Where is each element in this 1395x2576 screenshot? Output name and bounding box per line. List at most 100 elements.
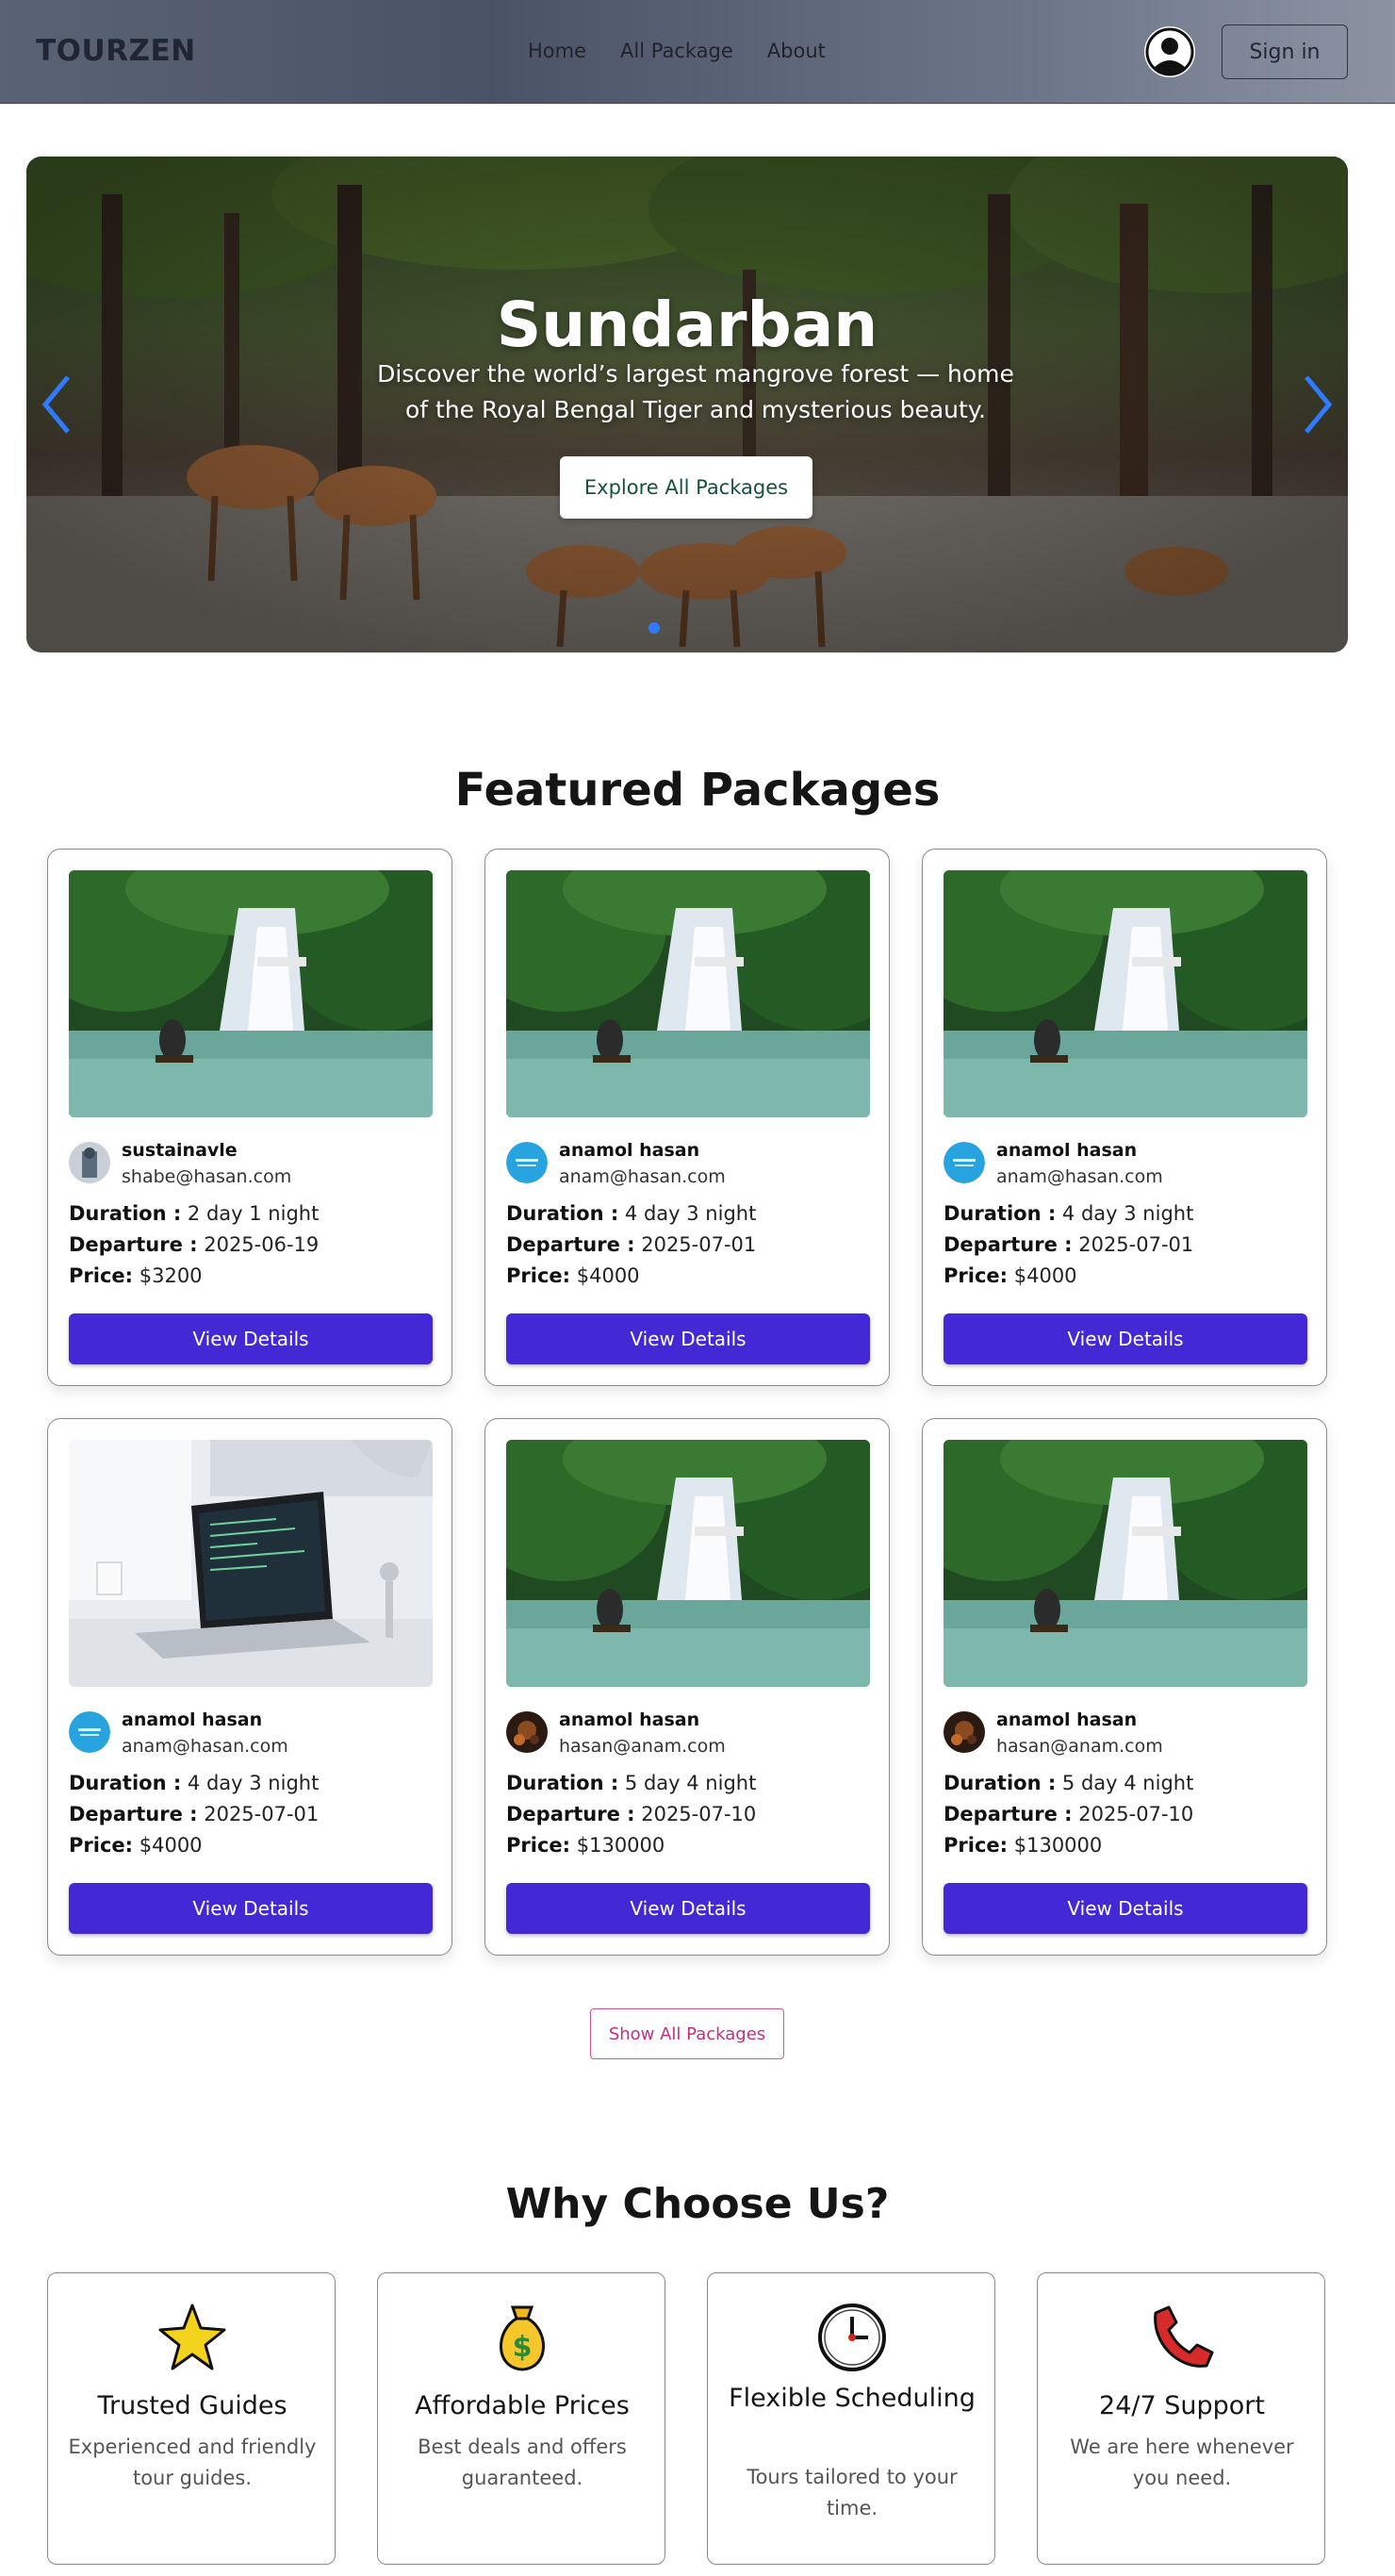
view-details-button[interactable]: View Details bbox=[944, 1883, 1307, 1934]
price-value: $130000 bbox=[576, 1834, 665, 1857]
duration-row: Duration : 2 day 1 night bbox=[69, 1202, 319, 1225]
duration-label: Duration : bbox=[69, 1202, 182, 1225]
price-row: Price: $130000 bbox=[506, 1834, 665, 1857]
host-name: anamol hasan bbox=[559, 1709, 700, 1730]
duration-label: Duration : bbox=[944, 1772, 1057, 1794]
featured-packages-title: Featured Packages bbox=[454, 764, 941, 817]
navbar: TOURZEN Home All Package About Sign in bbox=[0, 0, 1395, 104]
chevron-right-icon[interactable] bbox=[1299, 372, 1337, 438]
view-details-button[interactable]: View Details bbox=[69, 1313, 433, 1364]
chevron-left-icon[interactable] bbox=[38, 372, 75, 438]
explore-all-packages-button[interactable]: Explore All Packages bbox=[560, 456, 812, 519]
why-card-title: 24/7 Support bbox=[1099, 2391, 1265, 2420]
departure-row: Departure : 2025-07-01 bbox=[944, 1233, 1193, 1256]
departure-label: Departure : bbox=[506, 1803, 635, 1825]
user-avatar-icon[interactable] bbox=[1144, 26, 1195, 77]
svg-text:$: $ bbox=[513, 2331, 533, 2364]
package-card: anamol hasan hasan@anam.com Duration : 5… bbox=[484, 1418, 890, 1956]
departure-value: 2025-07-10 bbox=[1078, 1803, 1194, 1825]
departure-label: Departure : bbox=[69, 1803, 198, 1825]
why-card-desc: Experienced and friendly tour guides. bbox=[68, 2436, 317, 2489]
departure-value: 2025-07-01 bbox=[204, 1803, 320, 1825]
host-name: anamol hasan bbox=[996, 1709, 1138, 1730]
price-label: Price: bbox=[944, 1834, 1009, 1857]
hero-subtitle: Discover the world’s largest mangrove fo… bbox=[377, 360, 1014, 423]
why-card-desc: Best deals and offers guaranteed. bbox=[418, 2436, 627, 2489]
duration-row: Duration : 4 day 3 night bbox=[69, 1772, 319, 1794]
departure-label: Departure : bbox=[69, 1233, 198, 1256]
departure-value: 2025-06-19 bbox=[204, 1233, 320, 1256]
package-image bbox=[944, 870, 1307, 1117]
departure-value: 2025-07-10 bbox=[641, 1803, 757, 1825]
price-value: $130000 bbox=[1013, 1834, 1103, 1857]
why-choose-us-title: Why Choose Us? bbox=[505, 2180, 890, 2228]
price-value: $4000 bbox=[576, 1264, 640, 1287]
phone-icon bbox=[1154, 2305, 1214, 2368]
host-name: anamol hasan bbox=[122, 1709, 263, 1730]
duration-value: 5 day 4 night bbox=[1061, 1772, 1194, 1794]
why-card-title: Affordable Prices bbox=[415, 2391, 630, 2420]
nav-link-home[interactable]: Home bbox=[528, 40, 586, 62]
duration-value: 4 day 3 night bbox=[1061, 1202, 1194, 1225]
departure-row: Departure : 2025-07-10 bbox=[506, 1803, 756, 1825]
price-row: Price: $4000 bbox=[506, 1264, 640, 1287]
price-label: Price: bbox=[506, 1264, 571, 1287]
price-value: $4000 bbox=[1013, 1264, 1077, 1287]
host-name: anamol hasan bbox=[559, 1140, 700, 1161]
host-avatar bbox=[944, 1711, 985, 1753]
duration-value: 4 day 3 night bbox=[624, 1202, 757, 1225]
price-value: $4000 bbox=[139, 1834, 203, 1857]
host-avatar bbox=[69, 1711, 110, 1753]
duration-row: Duration : 4 day 3 night bbox=[944, 1202, 1193, 1225]
why-card-title: Flexible Scheduling bbox=[729, 2384, 976, 2413]
price-row: Price: $130000 bbox=[944, 1834, 1102, 1857]
brand-logo[interactable]: TOURZEN bbox=[36, 34, 196, 68]
package-card: anamol hasan anam@hasan.com Duration : 4… bbox=[922, 849, 1327, 1386]
nav-link-all-package[interactable]: All Package bbox=[620, 40, 733, 62]
host-name: anamol hasan bbox=[996, 1140, 1138, 1161]
host-email: anam@hasan.com bbox=[122, 1736, 288, 1757]
host-avatar bbox=[506, 1711, 548, 1753]
view-details-button[interactable]: View Details bbox=[69, 1883, 433, 1934]
departure-value: 2025-07-01 bbox=[1078, 1233, 1194, 1256]
departure-value: 2025-07-01 bbox=[641, 1233, 757, 1256]
why-card-desc: Tours tailored to your time. bbox=[747, 2466, 958, 2519]
price-label: Price: bbox=[944, 1264, 1009, 1287]
price-row: Price: $4000 bbox=[944, 1264, 1077, 1287]
price-label: Price: bbox=[69, 1264, 134, 1287]
price-row: Price: $4000 bbox=[69, 1834, 203, 1857]
host-email: anam@hasan.com bbox=[559, 1166, 726, 1187]
price-label: Price: bbox=[506, 1834, 571, 1857]
host-email: hasan@anam.com bbox=[559, 1736, 726, 1757]
hero-carousel: Sundarban Discover the world’s largest m… bbox=[26, 157, 1348, 652]
carousel-dot[interactable] bbox=[648, 622, 660, 634]
host-email: shabe@hasan.com bbox=[122, 1166, 292, 1187]
view-details-button[interactable]: View Details bbox=[506, 1313, 870, 1364]
departure-label: Departure : bbox=[506, 1233, 635, 1256]
price-label: Price: bbox=[69, 1834, 134, 1857]
duration-label: Duration : bbox=[506, 1772, 619, 1794]
host-email: hasan@anam.com bbox=[996, 1736, 1163, 1757]
sign-in-button[interactable]: Sign in bbox=[1222, 25, 1348, 79]
host-avatar bbox=[506, 1142, 548, 1183]
clock-icon bbox=[818, 2304, 886, 2371]
nav-link-about[interactable]: About bbox=[767, 40, 826, 62]
why-card-trusted-guides: Trusted Guides Experienced and friendly … bbox=[47, 2272, 336, 2565]
hero-title: Sundarban bbox=[496, 289, 878, 361]
price-value: $3200 bbox=[139, 1264, 203, 1287]
view-details-button[interactable]: View Details bbox=[506, 1883, 870, 1934]
package-card: anamol hasan anam@hasan.com Duration : 4… bbox=[484, 849, 890, 1386]
duration-row: Duration : 5 day 4 night bbox=[506, 1772, 756, 1794]
why-card-desc: We are here whenever you need. bbox=[1070, 2436, 1294, 2489]
package-image bbox=[506, 870, 870, 1117]
duration-value: 2 day 1 night bbox=[187, 1202, 320, 1225]
departure-row: Departure : 2025-07-01 bbox=[506, 1233, 756, 1256]
duration-label: Duration : bbox=[944, 1202, 1057, 1225]
package-image bbox=[69, 1440, 433, 1687]
why-card-title: Trusted Guides bbox=[97, 2391, 287, 2420]
show-all-packages-button[interactable]: Show All Packages bbox=[590, 2008, 784, 2059]
departure-label: Departure : bbox=[944, 1803, 1073, 1825]
view-details-button[interactable]: View Details bbox=[944, 1313, 1307, 1364]
departure-row: Departure : 2025-07-10 bbox=[944, 1803, 1193, 1825]
duration-value: 4 day 3 night bbox=[187, 1772, 320, 1794]
